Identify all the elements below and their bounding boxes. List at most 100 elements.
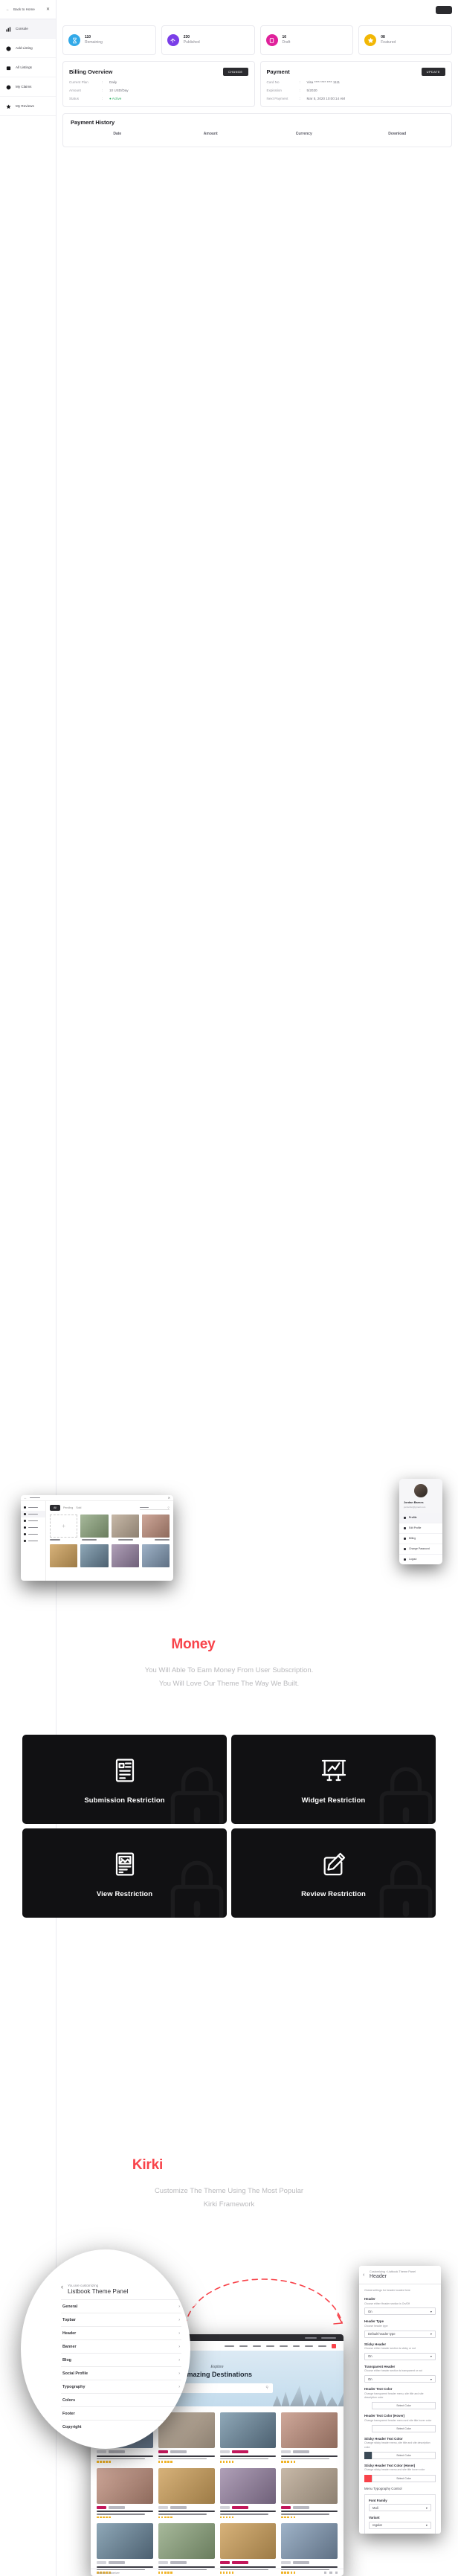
add-new-listing-tile[interactable]: + <box>50 1515 78 1538</box>
detail-row: Current Plan: Daily <box>69 80 117 84</box>
font-family-select[interactable]: Muli ▾ <box>369 2504 431 2511</box>
preview-listing-card[interactable] <box>97 2523 153 2575</box>
form-restriction-icon <box>109 1755 141 1786</box>
preview-listing-card[interactable] <box>158 2523 215 2575</box>
preview-listing-card[interactable] <box>219 2467 277 2519</box>
preview-listing-card[interactable] <box>219 2412 277 2463</box>
preview-listing-card[interactable] <box>219 2523 277 2575</box>
control-select[interactable]: On ▾ <box>364 2375 436 2383</box>
stat-label: Remaining <box>85 40 103 45</box>
customizer-section-label: Header <box>62 2331 77 2336</box>
customizer-section-row[interactable]: General › <box>61 2299 181 2313</box>
menu-bullet-icon <box>404 1526 406 1529</box>
dashboard-nav-item[interactable]: Console <box>0 19 56 39</box>
profile-menu: Profile Edit Profile Billing Change Passwor… <box>399 1512 442 1564</box>
customizer-section-row[interactable]: Social Profile › <box>61 2366 181 2380</box>
chevron-down-icon: ▾ <box>430 2332 432 2336</box>
select-color-button[interactable]: Select Color <box>372 2424 436 2432</box>
customizer-section-row[interactable]: Header › <box>61 2326 181 2339</box>
device-mobile-icon[interactable] <box>335 2571 338 2575</box>
chevron-left-icon[interactable]: ‹ <box>363 2273 364 2278</box>
customizer-section-row[interactable]: Footer › <box>61 2406 181 2420</box>
back-to-home-row[interactable]: ← Back to Home ✕ <box>0 0 56 19</box>
search-icon[interactable]: ⚲ <box>265 2386 268 2390</box>
arrow-left-icon: ← <box>6 7 10 12</box>
preview-listing-card[interactable] <box>158 2467 215 2519</box>
add-listing-icon <box>6 42 11 55</box>
control-select[interactable]: Default header type ▾ <box>364 2330 436 2338</box>
customizer-section-row[interactable]: Topbar › <box>61 2313 181 2326</box>
dashboard-sidebar: ← Back to Home ✕ Console Add Listing All L… <box>0 0 57 2576</box>
listing-tab-sold[interactable]: Sold <box>76 1506 81 1509</box>
feature-card[interactable]: Widget Restriction <box>231 1735 436 1824</box>
make-money-subtitle-2: You Will Love Our Theme The Way We Built… <box>158 1679 300 1688</box>
select-color-button[interactable]: Select Color <box>372 2451 436 2459</box>
billing-change-button[interactable]: CHANGE <box>222 68 248 76</box>
control-select[interactable]: On ▾ <box>364 2307 436 2316</box>
panel-control: Header Text Color (Hover) Change transpar… <box>364 2414 436 2432</box>
profile-menu-item[interactable]: Logout <box>399 1555 442 1564</box>
control-color-picker[interactable]: Select Color <box>364 2402 436 2409</box>
variant-select[interactable]: regular ▾ <box>369 2521 431 2529</box>
control-label: Header <box>364 2297 375 2301</box>
info-icon[interactable]: ⓘ <box>177 2284 181 2290</box>
select-color-button[interactable]: Select Color <box>372 2402 436 2409</box>
control-color-picker[interactable]: Select Color <box>364 2424 436 2432</box>
panel-control: Transparent Header Choose either header s… <box>364 2365 436 2383</box>
profile-menu-item[interactable]: Edit Profile <box>399 1523 442 1534</box>
hero-title: Amazing Destinations <box>181 2370 252 2378</box>
feature-label: View Restriction <box>96 1889 153 1898</box>
detail-value: Daily <box>109 80 117 84</box>
chevron-left-icon[interactable]: ‹ <box>61 2284 63 2290</box>
feature-card[interactable]: View Restriction <box>22 1828 227 1918</box>
panel-breadcrumb: Customizing ‹ Listbook Theme Panel <box>370 2270 416 2273</box>
chevron-down-icon: ▾ <box>430 2354 432 2359</box>
close-icon[interactable]: ✕ <box>46 7 50 12</box>
payment-history-heading: Payment History <box>71 119 115 126</box>
control-description: Change sticky header menu, site title an… <box>364 2441 430 2449</box>
device-tablet-icon[interactable] <box>329 2571 332 2575</box>
select-color-button[interactable]: Select Color <box>372 2474 436 2482</box>
kirki-header: Kirki Workdpress Customizer Customize Th… <box>0 2157 458 2212</box>
feature-card[interactable]: Review Restriction <box>231 1828 436 1918</box>
profile-menu-item[interactable]: Billing <box>399 1534 442 1544</box>
feature-label: Review Restriction <box>301 1889 366 1898</box>
preview-listing-card[interactable] <box>281 2523 338 2575</box>
close-icon[interactable]: ✕ <box>168 1496 170 1500</box>
customizer-section-row[interactable]: Banner › <box>61 2339 181 2353</box>
avatar <box>414 1484 428 1497</box>
listing-tab-all[interactable]: All <box>50 1505 60 1511</box>
arrow-left-icon[interactable]: ← <box>24 1496 27 1500</box>
control-label: Transparent Header <box>364 2364 396 2368</box>
control-color-picker[interactable]: Select Color <box>364 2474 436 2482</box>
control-value: On <box>368 2309 372 2313</box>
detail-row: Card No: Visa **** **** **** 1111 <box>266 80 341 84</box>
control-color-picker[interactable]: Select Color <box>364 2451 436 2459</box>
customizer-title: Listbook Theme Panel <box>68 2288 129 2295</box>
customizer-section-row[interactable]: Copyright › <box>61 2420 181 2433</box>
chevron-down-icon: ▾ <box>425 2523 428 2527</box>
customizer-section-label: Colors <box>62 2397 76 2403</box>
dashboard-nav-item[interactable]: My Claims <box>0 77 56 97</box>
preview-listing-card[interactable] <box>97 2467 153 2519</box>
device-desktop-icon[interactable] <box>323 2571 326 2575</box>
customizer-section-row[interactable]: Colors › <box>61 2393 181 2406</box>
customizer-section-row[interactable]: Blog › <box>61 2353 181 2366</box>
search-icon[interactable]: ⚲ <box>167 1506 170 1509</box>
preview-listing-card[interactable] <box>281 2412 338 2463</box>
preview-listing-card[interactable] <box>281 2467 338 2519</box>
control-description: Choose either header section is sticky o… <box>364 2347 416 2350</box>
feature-card[interactable]: Submission Restriction <box>22 1735 227 1824</box>
profile-menu-item[interactable]: Change Password <box>399 1544 442 1555</box>
dashboard-nav-item[interactable]: Add Listing <box>0 39 56 58</box>
dashboard-nav-item[interactable]: My Reviews <box>0 97 56 116</box>
listing-tab-pending[interactable]: Pending <box>63 1506 73 1509</box>
control-select[interactable]: On ▾ <box>364 2352 436 2360</box>
profile-menu-item[interactable]: Profile <box>399 1512 442 1523</box>
chevron-down-icon: ▾ <box>425 2505 428 2510</box>
payment-heading: Payment <box>266 68 290 75</box>
make-money-subtitle-1: You Will Able To Earn Money From User Su… <box>144 1666 314 1674</box>
detail-value: 10 USD/Day <box>109 89 129 92</box>
dashboard-nav-item[interactable]: All Listings <box>0 58 56 77</box>
customizer-section-row[interactable]: Typography › <box>61 2380 181 2393</box>
